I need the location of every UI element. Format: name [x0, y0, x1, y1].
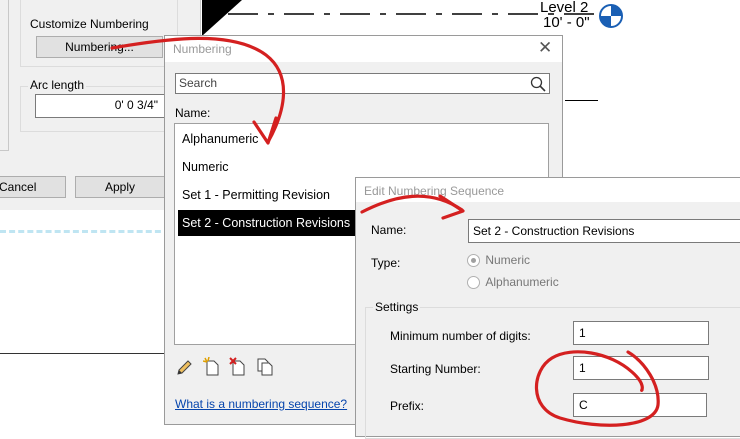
- prefix-field[interactable]: C: [573, 393, 707, 417]
- new-document-icon[interactable]: [203, 357, 221, 376]
- help-link[interactable]: What is a numbering sequence?: [175, 397, 347, 411]
- apply-button[interactable]: Apply: [75, 176, 165, 198]
- list-item-alphanumeric[interactable]: Alphanumeric: [178, 126, 545, 152]
- edit-dialog-title: Edit Numbering Sequence: [364, 184, 505, 198]
- edit-name-label: Name:: [371, 223, 407, 237]
- starting-number-label: Starting Number:: [390, 362, 481, 376]
- type-label: Type:: [371, 256, 401, 270]
- radio-unselected-icon: [467, 276, 480, 290]
- pencil-icon[interactable]: [176, 359, 193, 376]
- duplicate-document-icon[interactable]: [256, 357, 274, 376]
- arc-length-label: Arc length: [28, 78, 87, 92]
- numbering-name-label: Name:: [175, 106, 211, 120]
- level-head-icon[interactable]: [598, 3, 624, 29]
- drawing-line: [0, 353, 170, 354]
- min-digits-label: Minimum number of digits:: [390, 329, 531, 343]
- drawing-short-line: [565, 100, 598, 101]
- search-placeholder: Search: [179, 76, 218, 90]
- delete-document-icon[interactable]: [229, 357, 247, 376]
- type-alphanumeric-label: Alphanumeric: [485, 275, 559, 289]
- close-icon[interactable]: ✕: [538, 38, 552, 58]
- type-numeric-label: Numeric: [485, 253, 531, 267]
- settings-label: Settings: [373, 300, 421, 314]
- numbering-button[interactable]: Numbering...: [36, 36, 163, 58]
- prefix-label: Prefix:: [390, 399, 425, 413]
- search-input[interactable]: Search: [175, 73, 550, 94]
- customize-numbering-label: Customize Numbering: [30, 17, 149, 31]
- radio-selected-icon: [467, 254, 480, 268]
- level-black-wedge: [202, 0, 242, 36]
- cancel-button[interactable]: Cancel: [0, 176, 66, 198]
- min-digits-field[interactable]: 1: [573, 321, 709, 345]
- arc-length-field[interactable]: 0' 0 3/4": [35, 94, 165, 118]
- type-numeric-radio[interactable]: Numeric: [467, 253, 531, 268]
- starting-number-field[interactable]: 1: [573, 356, 709, 380]
- level-elevation: 10' - 0": [543, 14, 590, 31]
- numbering-dialog-title: Numbering: [173, 42, 232, 56]
- panel-divider: [8, 0, 9, 150]
- type-alphanumeric-radio[interactable]: Alphanumeric: [467, 275, 559, 290]
- search-icon[interactable]: [530, 76, 546, 92]
- level-name: Level 2: [540, 0, 589, 16]
- drawing-dashed-line: [0, 230, 170, 233]
- panel-bottom-divider: [0, 150, 9, 151]
- sequence-name-field[interactable]: Set 2 - Construction Revisions: [468, 219, 740, 243]
